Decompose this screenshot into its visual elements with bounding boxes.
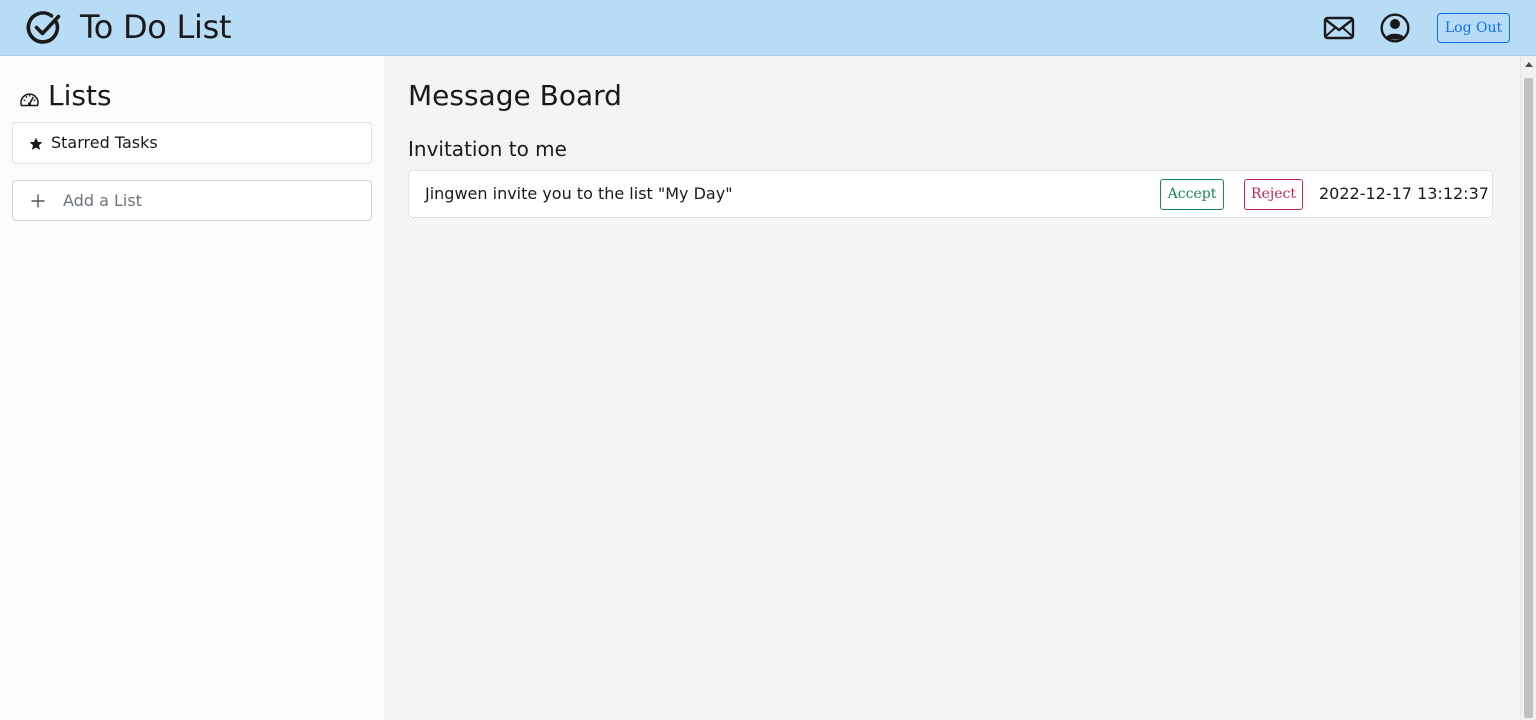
sidebar-item-starred-tasks[interactable]: Starred Tasks [12,122,372,164]
star-icon [29,136,43,150]
scrollbar-thumb[interactable] [1524,78,1533,718]
person-circle-icon[interactable] [1380,13,1410,43]
plus-icon [31,193,45,208]
invitation-timestamp: 2022-12-17 13:12:37 [1319,184,1489,203]
logout-button[interactable]: Log Out [1437,13,1510,43]
accept-button[interactable]: Accept [1160,179,1224,210]
navbar: To Do List Log Out [0,0,1536,56]
envelope-icon[interactable] [1323,14,1355,42]
app-title[interactable]: To Do List [80,7,232,47]
add-list-placeholder: Add a List [63,191,142,210]
list-label: Starred Tasks [51,133,158,152]
scrollbar[interactable] [1520,56,1536,720]
page-title: Message Board [408,79,622,112]
check-circle-icon[interactable] [26,10,62,46]
scroll-up-arrow-icon[interactable] [1525,62,1533,67]
section-title: Invitation to me [408,137,567,161]
add-list-input[interactable]: Add a List [12,180,372,221]
invitation-message: Jingwen invite you to the list "My Day" [425,184,733,203]
reject-button[interactable]: Reject [1244,179,1303,210]
sidebar-title: Lists [48,79,112,112]
speedometer-icon [19,90,40,109]
invitation-item: Jingwen invite you to the list "My Day" … [408,170,1493,218]
